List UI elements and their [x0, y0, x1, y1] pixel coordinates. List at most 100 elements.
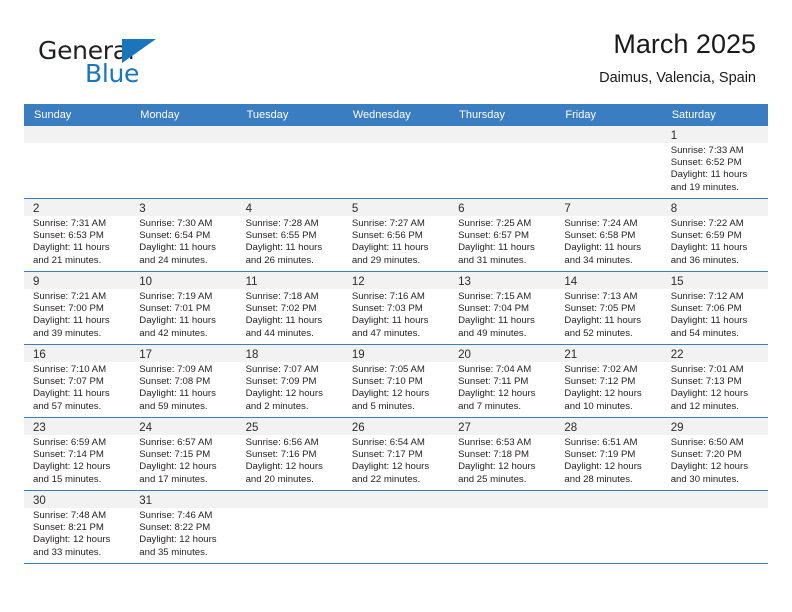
sunrise-text: Sunrise: 7:24 AM	[564, 218, 638, 229]
calendar-day-cell[interactable]: 25 Sunrise: 6:56 AM Sunset: 7:16 PM Dayligh…	[236, 418, 343, 490]
calendar-day-cell[interactable]: 21 Sunrise: 7:02 AM Sunset: 7:12 PM Dayligh…	[555, 345, 662, 417]
sunrise-text: Sunrise: 6:54 AM	[351, 437, 425, 448]
day-number: 9	[33, 276, 40, 288]
sunrise-text: Sunrise: 7:27 AM	[351, 218, 425, 229]
sunset-text: Sunset: 7:16 PM	[245, 449, 317, 461]
day-number-band: 16	[24, 345, 131, 362]
sunrise-text: Sunrise: 7:19 AM	[139, 291, 213, 302]
sunrise-text: Sunrise: 7:05 AM	[351, 364, 425, 375]
daylight-text: Daylight: 11 hours and 21 minutes.	[33, 242, 110, 266]
day-number-band: 26	[342, 418, 450, 435]
calendar-day-cell-empty	[130, 126, 237, 198]
day-number: 27	[458, 422, 471, 434]
day-sun-info	[555, 143, 661, 149]
calendar-day-cell[interactable]: 29 Sunrise: 6:50 AM Sunset: 7:20 PM Dayligh…	[661, 418, 768, 490]
day-number-band: 28	[555, 418, 662, 435]
calendar-day-cell[interactable]: 2 Sunrise: 7:31 AM Sunset: 6:53 PM Daylight…	[24, 199, 131, 271]
calendar-day-cell[interactable]: 9 Sunrise: 7:21 AM Sunset: 7:00 PM Daylight…	[24, 272, 131, 344]
calendar-day-cell[interactable]: 16 Sunrise: 7:10 AM Sunset: 7:07 PM Dayligh…	[24, 345, 131, 417]
weekday-header-friday: Friday	[565, 109, 596, 121]
calendar-day-cell[interactable]: 23 Sunrise: 6:59 AM Sunset: 7:14 PM Dayligh…	[24, 418, 131, 490]
sunset-text: Sunset: 7:06 PM	[670, 303, 742, 315]
calendar-day-cell[interactable]: 11 Sunrise: 7:18 AM Sunset: 7:02 PM Dayligh…	[236, 272, 343, 344]
day-sun-info	[449, 143, 555, 149]
calendar-day-cell[interactable]: 1 Sunrise: 7:33 AM Sunset: 6:52 PM Daylight…	[661, 126, 768, 198]
daylight-text: Daylight: 12 hours and 35 minutes.	[139, 534, 217, 558]
sunrise-text: Sunrise: 7:07 AM	[245, 364, 319, 375]
weekday-header-tuesday: Tuesday	[246, 109, 289, 121]
day-number: 15	[670, 276, 684, 288]
day-number: 31	[139, 495, 153, 507]
day-sun-info: Sunrise: 7:01 AM Sunset: 7:13 PM Daylight:…	[662, 362, 768, 417]
day-sun-info: Sunrise: 7:09 AM Sunset: 7:08 PM Daylight:…	[130, 362, 236, 417]
calendar-week-row: 2 Sunrise: 7:31 AM Sunset: 6:53 PM Daylight…	[24, 199, 768, 272]
calendar-day-cell[interactable]: 30 Sunrise: 7:48 AM Sunset: 8:21 PM Dayligh…	[24, 491, 131, 563]
day-sun-info: Sunrise: 7:10 AM Sunset: 7:07 PM Daylight:…	[24, 362, 130, 417]
day-number-band: 27	[449, 418, 556, 435]
calendar-day-cell[interactable]: 7 Sunrise: 7:24 AM Sunset: 6:58 PM Daylight…	[555, 199, 662, 271]
daylight-text: Daylight: 11 hours and 26 minutes.	[245, 242, 323, 266]
day-number-band: 15	[661, 272, 768, 289]
sunrise-text: Sunrise: 7:15 AM	[458, 291, 532, 302]
day-sun-info: Sunrise: 7:22 AM Sunset: 6:59 PM Daylight:…	[662, 216, 768, 271]
page-subtitle: Daimus, Valencia, Spain	[599, 70, 756, 86]
brand-logo[interactable]: General Blue	[38, 36, 218, 92]
calendar-week-row: 1 Sunrise: 7:33 AM Sunset: 6:52 PM Daylight…	[24, 126, 768, 199]
sunset-text: Sunset: 7:19 PM	[564, 449, 636, 461]
sunset-text: Sunset: 6:53 PM	[33, 230, 104, 242]
day-number: 1	[670, 130, 678, 142]
daylight-text: Daylight: 11 hours and 31 minutes.	[458, 242, 535, 266]
calendar-day-cell[interactable]: 24 Sunrise: 6:57 AM Sunset: 7:15 PM Dayligh…	[130, 418, 237, 490]
day-sun-info	[237, 508, 343, 514]
day-number: 14	[564, 276, 578, 288]
calendar-day-cell[interactable]: 6 Sunrise: 7:25 AM Sunset: 6:57 PM Daylight…	[449, 199, 556, 271]
calendar-day-cell[interactable]: 4 Sunrise: 7:28 AM Sunset: 6:55 PM Daylight…	[236, 199, 343, 271]
sunrise-text: Sunrise: 6:53 AM	[458, 437, 532, 448]
calendar-day-cell[interactable]: 3 Sunrise: 7:30 AM Sunset: 6:54 PM Daylight…	[130, 199, 237, 271]
day-number-band	[449, 126, 556, 143]
calendar-day-cell[interactable]: 8 Sunrise: 7:22 AM Sunset: 6:59 PM Daylight…	[661, 199, 768, 271]
calendar-day-cell[interactable]: 12 Sunrise: 7:16 AM Sunset: 7:03 PM Dayligh…	[342, 272, 450, 344]
calendar-day-cell[interactable]: 28 Sunrise: 6:51 AM Sunset: 7:19 PM Dayligh…	[555, 418, 662, 490]
sunset-text: Sunset: 6:52 PM	[670, 157, 742, 169]
day-number-band	[130, 126, 237, 143]
sunrise-text: Sunrise: 6:50 AM	[670, 437, 744, 448]
day-sun-info: Sunrise: 6:54 AM Sunset: 7:17 PM Daylight:…	[343, 435, 449, 490]
calendar-day-cell[interactable]: 22 Sunrise: 7:01 AM Sunset: 7:13 PM Dayligh…	[661, 345, 768, 417]
daylight-text: Daylight: 11 hours and 29 minutes.	[351, 242, 429, 266]
day-sun-info: Sunrise: 7:02 AM Sunset: 7:12 PM Daylight:…	[555, 362, 661, 417]
daylight-text: Daylight: 12 hours and 17 minutes.	[139, 461, 217, 485]
day-sun-info: Sunrise: 7:12 AM Sunset: 7:06 PM Daylight:…	[662, 289, 768, 344]
day-sun-info: Sunrise: 7:25 AM Sunset: 6:57 PM Daylight:…	[449, 216, 555, 271]
calendar-week-row: 16 Sunrise: 7:10 AM Sunset: 7:07 PM Dayligh…	[24, 345, 768, 418]
day-number-band	[236, 126, 343, 143]
calendar-day-cell[interactable]: 18 Sunrise: 7:07 AM Sunset: 7:09 PM Dayligh…	[236, 345, 343, 417]
calendar-day-cell[interactable]: 20 Sunrise: 7:04 AM Sunset: 7:11 PM Dayligh…	[449, 345, 556, 417]
calendar-day-cell[interactable]: 13 Sunrise: 7:15 AM Sunset: 7:04 PM Dayligh…	[449, 272, 556, 344]
calendar-day-cell[interactable]: 14 Sunrise: 7:13 AM Sunset: 7:05 PM Dayligh…	[555, 272, 662, 344]
sunrise-text: Sunrise: 7:25 AM	[458, 218, 532, 229]
day-sun-info	[343, 143, 449, 149]
day-number: 5	[351, 203, 359, 215]
sunset-text: Sunset: 7:20 PM	[670, 449, 742, 461]
daylight-text: Daylight: 12 hours and 33 minutes.	[33, 534, 111, 558]
calendar-day-cell[interactable]: 15 Sunrise: 7:12 AM Sunset: 7:06 PM Dayligh…	[661, 272, 768, 344]
calendar-day-cell[interactable]: 19 Sunrise: 7:05 AM Sunset: 7:10 PM Dayligh…	[342, 345, 450, 417]
title-block: March 2025 Daimus, Valencia, Spain	[599, 28, 756, 88]
calendar-day-cell[interactable]: 10 Sunrise: 7:19 AM Sunset: 7:01 PM Dayligh…	[130, 272, 237, 344]
day-number-band: 19	[342, 345, 450, 362]
calendar-day-cell[interactable]: 26 Sunrise: 6:54 AM Sunset: 7:17 PM Dayligh…	[342, 418, 450, 490]
day-sun-info	[24, 143, 130, 149]
day-number: 30	[33, 495, 46, 507]
day-sun-info: Sunrise: 6:59 AM Sunset: 7:14 PM Daylight:…	[24, 435, 130, 490]
day-sun-info	[130, 143, 236, 149]
calendar-day-cell[interactable]: 5 Sunrise: 7:27 AM Sunset: 6:56 PM Daylight…	[342, 199, 450, 271]
calendar-day-cell[interactable]: 31 Sunrise: 7:46 AM Sunset: 8:22 PM Dayligh…	[130, 491, 237, 563]
calendar-week-row: 23 Sunrise: 6:59 AM Sunset: 7:14 PM Dayligh…	[24, 418, 768, 491]
day-number-band: 29	[661, 418, 768, 435]
day-number-band: 25	[236, 418, 343, 435]
sunrise-text: Sunrise: 6:59 AM	[33, 437, 107, 448]
calendar-day-cell[interactable]: 27 Sunrise: 6:53 AM Sunset: 7:18 PM Dayligh…	[449, 418, 556, 490]
sunset-text: Sunset: 7:07 PM	[33, 376, 104, 388]
calendar-day-cell[interactable]: 17 Sunrise: 7:09 AM Sunset: 7:08 PM Dayligh…	[130, 345, 237, 417]
